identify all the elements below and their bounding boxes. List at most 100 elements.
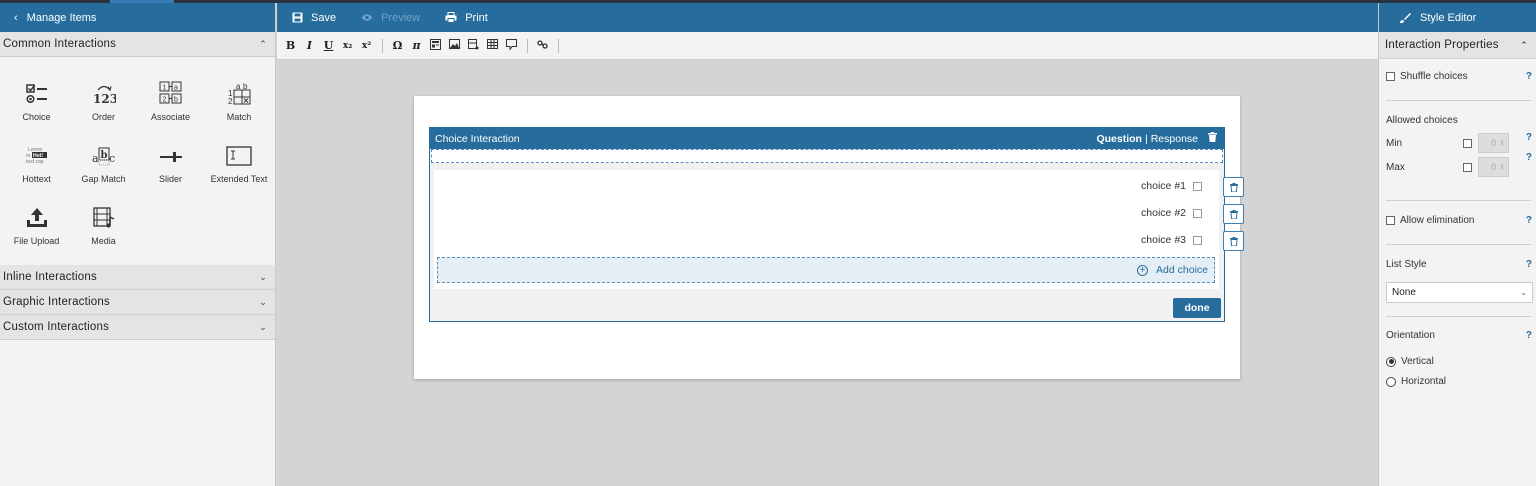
- allow-elimination-checkbox[interactable]: [1386, 216, 1395, 225]
- choice-label[interactable]: choice #3: [1141, 234, 1186, 246]
- manage-items-button[interactable]: ‹ Manage Items: [0, 3, 275, 32]
- comment-icon[interactable]: [504, 38, 519, 53]
- save-button[interactable]: Save: [292, 12, 336, 24]
- choice-item[interactable]: choice #3: [1141, 234, 1202, 246]
- help-icon[interactable]: ?: [1526, 132, 1532, 143]
- svg-text:c: c: [109, 152, 115, 165]
- main-toolbar: Save Preview Print: [277, 3, 1378, 32]
- tile-choice[interactable]: Choice: [3, 75, 70, 137]
- delete-choice-button[interactable]: [1223, 231, 1244, 251]
- special-char-button[interactable]: Ω: [390, 39, 405, 52]
- help-icon[interactable]: ?: [1526, 152, 1532, 163]
- list-style-select[interactable]: None ⌄: [1386, 282, 1533, 303]
- choice-checkbox[interactable]: [1193, 208, 1202, 218]
- underline-button[interactable]: U: [321, 39, 336, 52]
- hottext-icon: Loremre Hot!text cap: [26, 147, 47, 165]
- preview-button[interactable]: Preview: [361, 12, 420, 24]
- help-icon[interactable]: ?: [1526, 71, 1532, 82]
- shuffle-checkbox[interactable]: [1386, 72, 1395, 81]
- section-label: Inline Interactions: [3, 271, 97, 283]
- list-style-value: None: [1392, 287, 1416, 298]
- list-style-label: List Style: [1386, 259, 1427, 270]
- min-label: Min: [1386, 138, 1403, 149]
- choice-label[interactable]: choice #2: [1141, 207, 1186, 219]
- min-checkbox[interactable]: [1463, 139, 1472, 148]
- tile-label: Extended Text: [210, 174, 268, 184]
- tile-associate[interactable]: 1 a 2 b Associate: [137, 75, 204, 137]
- prompt-field[interactable]: [431, 149, 1223, 163]
- slider-icon: [159, 152, 182, 162]
- superscript-button[interactable]: x²: [359, 41, 374, 51]
- section-label: Common Interactions: [3, 38, 117, 50]
- help-icon[interactable]: ?: [1526, 330, 1532, 341]
- italic-button[interactable]: I: [302, 39, 317, 52]
- print-label: Print: [465, 11, 488, 24]
- add-choice-label: Add choice: [1156, 264, 1208, 276]
- choice-item[interactable]: choice #2: [1141, 207, 1202, 219]
- section-custom-interactions[interactable]: Custom Interactions ⌄: [0, 315, 275, 340]
- toolbar-divider: [558, 38, 559, 53]
- max-checkbox[interactable]: [1463, 163, 1472, 172]
- add-choice-button[interactable]: + Add choice: [437, 257, 1215, 283]
- table-icon[interactable]: [485, 39, 500, 52]
- choice-item[interactable]: choice #1: [1141, 180, 1202, 192]
- stepper-arrows-icon: ⇕: [1499, 164, 1505, 171]
- horizontal-radio[interactable]: [1386, 376, 1396, 387]
- tile-label: Hottext: [22, 174, 51, 184]
- link-icon[interactable]: [535, 39, 550, 53]
- allowed-choices-title: Allowed choices: [1386, 115, 1532, 126]
- print-button[interactable]: Print: [445, 12, 488, 24]
- format-toolbar: B I U x₂ x² Ω π: [277, 32, 1378, 60]
- orientation-label: Orientation: [1386, 330, 1435, 341]
- template-icon[interactable]: [428, 38, 443, 53]
- file-upload-icon: [26, 208, 47, 227]
- max-stepper[interactable]: 0 ⇕: [1478, 157, 1509, 177]
- media-icon: [92, 207, 114, 228]
- vertical-radio[interactable]: [1386, 356, 1396, 367]
- image-icon[interactable]: [447, 39, 462, 52]
- choice-checkbox[interactable]: [1193, 181, 1202, 191]
- divider: [1386, 316, 1531, 317]
- help-icon[interactable]: ?: [1526, 259, 1532, 270]
- delete-choice-button[interactable]: [1223, 177, 1244, 197]
- orientation-row: Orientation ?: [1386, 330, 1532, 341]
- choice-label[interactable]: choice #1: [1141, 180, 1186, 192]
- choice-interaction-widget[interactable]: Choice Interaction Question | Response c…: [429, 127, 1244, 322]
- math-button[interactable]: π: [409, 39, 424, 52]
- min-stepper[interactable]: 0 ⇕: [1478, 133, 1509, 153]
- horizontal-option[interactable]: Horizontal: [1386, 376, 1532, 387]
- delete-interaction-button[interactable]: [1208, 132, 1217, 145]
- section-interaction-properties[interactable]: Interaction Properties ⌃: [1379, 32, 1536, 59]
- style-editor-button[interactable]: Style Editor: [1379, 3, 1536, 32]
- delete-choice-button[interactable]: [1223, 204, 1244, 224]
- tile-extended-text[interactable]: Extended Text: [204, 137, 274, 199]
- svg-text:2: 2: [228, 97, 233, 105]
- section-common-interactions[interactable]: Common Interactions ⌃: [0, 32, 275, 57]
- trash-icon: [1229, 182, 1238, 192]
- tile-gap-match[interactable]: abc Gap Match: [70, 137, 137, 199]
- tile-media[interactable]: Media: [70, 199, 137, 261]
- toolbar-divider: [382, 38, 383, 53]
- preview-label: Preview: [381, 11, 421, 24]
- tile-match[interactable]: ab12 Match: [204, 75, 274, 137]
- tile-hottext[interactable]: Lorem re Hot! text cap Hottext: [3, 137, 70, 199]
- tile-file-upload[interactable]: File Upload: [3, 199, 70, 261]
- section-graphic-interactions[interactable]: Graphic Interactions ⌄: [0, 290, 275, 315]
- interaction-header: Choice Interaction Question | Response: [430, 128, 1224, 149]
- question-tab[interactable]: Question: [1096, 133, 1142, 145]
- shuffle-label: Shuffle choices: [1400, 71, 1468, 82]
- response-tab[interactable]: Response: [1151, 133, 1198, 145]
- tile-slider[interactable]: Slider: [137, 137, 204, 199]
- help-icon[interactable]: ?: [1526, 215, 1532, 226]
- item-body[interactable]: Choice Interaction Question | Response c…: [414, 96, 1244, 379]
- save-label: Save: [311, 11, 337, 24]
- vertical-option[interactable]: Vertical: [1386, 356, 1532, 367]
- tile-order[interactable]: 123 Order: [70, 75, 137, 137]
- done-button[interactable]: done: [1173, 298, 1221, 318]
- section-inline-interactions[interactable]: Inline Interactions ⌄: [0, 265, 275, 290]
- bold-button[interactable]: B: [283, 39, 298, 52]
- subscript-button[interactable]: x₂: [340, 41, 355, 51]
- media-insert-icon[interactable]: [466, 38, 481, 53]
- choice-checkbox[interactable]: [1193, 235, 1202, 245]
- trash-icon: [1229, 236, 1238, 246]
